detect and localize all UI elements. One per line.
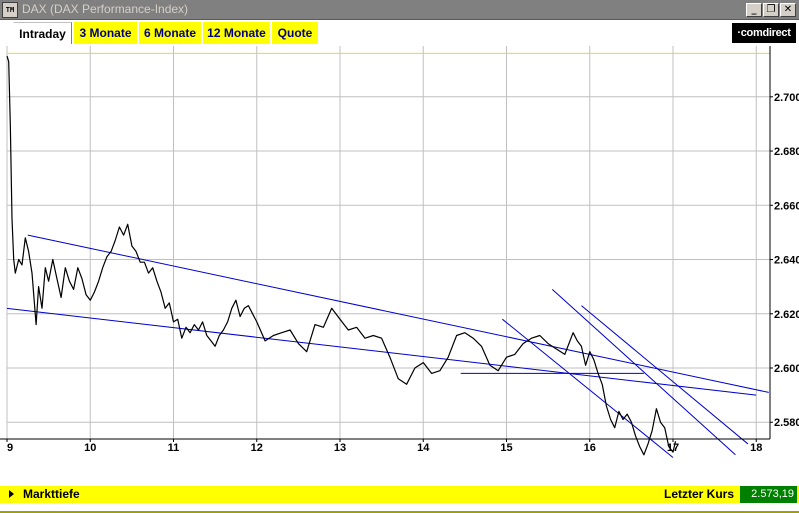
plot-background — [0, 46, 770, 439]
tab-3-monate[interactable]: 3 Monate — [74, 22, 137, 44]
last-price-label: Letzter Kurs — [663, 487, 734, 501]
window-title: DAX (DAX Performance-Index) — [22, 2, 189, 16]
y-tick-labels: 2.580 2.600 2.620 2.640 2.660 2.680 2.700 — [774, 92, 799, 429]
minimize-button[interactable]: _ — [746, 3, 762, 17]
y-tick-label: 2.580 — [774, 417, 799, 429]
app-icon: TM — [2, 2, 18, 18]
y-tick-label: 2.640 — [774, 255, 799, 267]
y-tick-label: 2.680 — [774, 146, 799, 158]
x-tick-label: 15 — [500, 442, 512, 454]
x-tick-label: 14 — [417, 442, 430, 454]
tab-bar: Intraday 3 Monate 6 Monate 12 Monate Quo… — [0, 20, 799, 46]
x-tick-label: 18 — [750, 442, 762, 454]
chart-svg: 2.580 2.600 2.620 2.640 2.660 2.680 2.700 9 10 1… — [0, 46, 799, 458]
y-tick-label: 2.660 — [774, 200, 799, 212]
tab-6-monate[interactable]: 6 Monate — [139, 22, 201, 44]
last-price-value: 2.573,19 — [740, 486, 797, 503]
play-arrow-icon[interactable] — [9, 490, 14, 498]
x-tick-label: 11 — [168, 442, 180, 454]
y-tick-label: 2.600 — [774, 363, 799, 375]
bottom-strip — [0, 503, 799, 513]
x-tick-label: 12 — [251, 442, 263, 454]
x-tick-label: 17 — [667, 442, 679, 454]
x-tick-labels: 9 10 11 12 13 14 15 16 17 18 — [7, 442, 762, 454]
x-tick-label: 10 — [84, 442, 96, 454]
x-tick-label: 9 — [7, 442, 13, 454]
x-tick-label: 13 — [334, 442, 346, 454]
markttiefe-link[interactable]: Markttiefe — [23, 487, 80, 501]
close-button[interactable]: ✕ — [780, 3, 796, 17]
comdirect-logo: ·comdirect — [731, 22, 797, 44]
tab-intraday[interactable]: Intraday — [13, 22, 72, 44]
window-titlebar[interactable]: TM DAX (DAX Performance-Index) _ ❐ ✕ — [0, 0, 799, 20]
x-tick-label: 16 — [584, 442, 596, 454]
y-tick-label: 2.620 — [774, 309, 799, 321]
intraday-chart: 2.580 2.600 2.620 2.640 2.660 2.680 2.700 9 10 1… — [0, 46, 799, 486]
tab-quote[interactable]: Quote — [272, 22, 318, 44]
y-tick-label: 2.700 — [774, 92, 799, 104]
status-bar: Markttiefe Letzter Kurs 2.573,19 — [0, 486, 799, 503]
restore-button[interactable]: ❐ — [763, 3, 779, 17]
tab-12-monate[interactable]: 12 Monate — [203, 22, 270, 44]
